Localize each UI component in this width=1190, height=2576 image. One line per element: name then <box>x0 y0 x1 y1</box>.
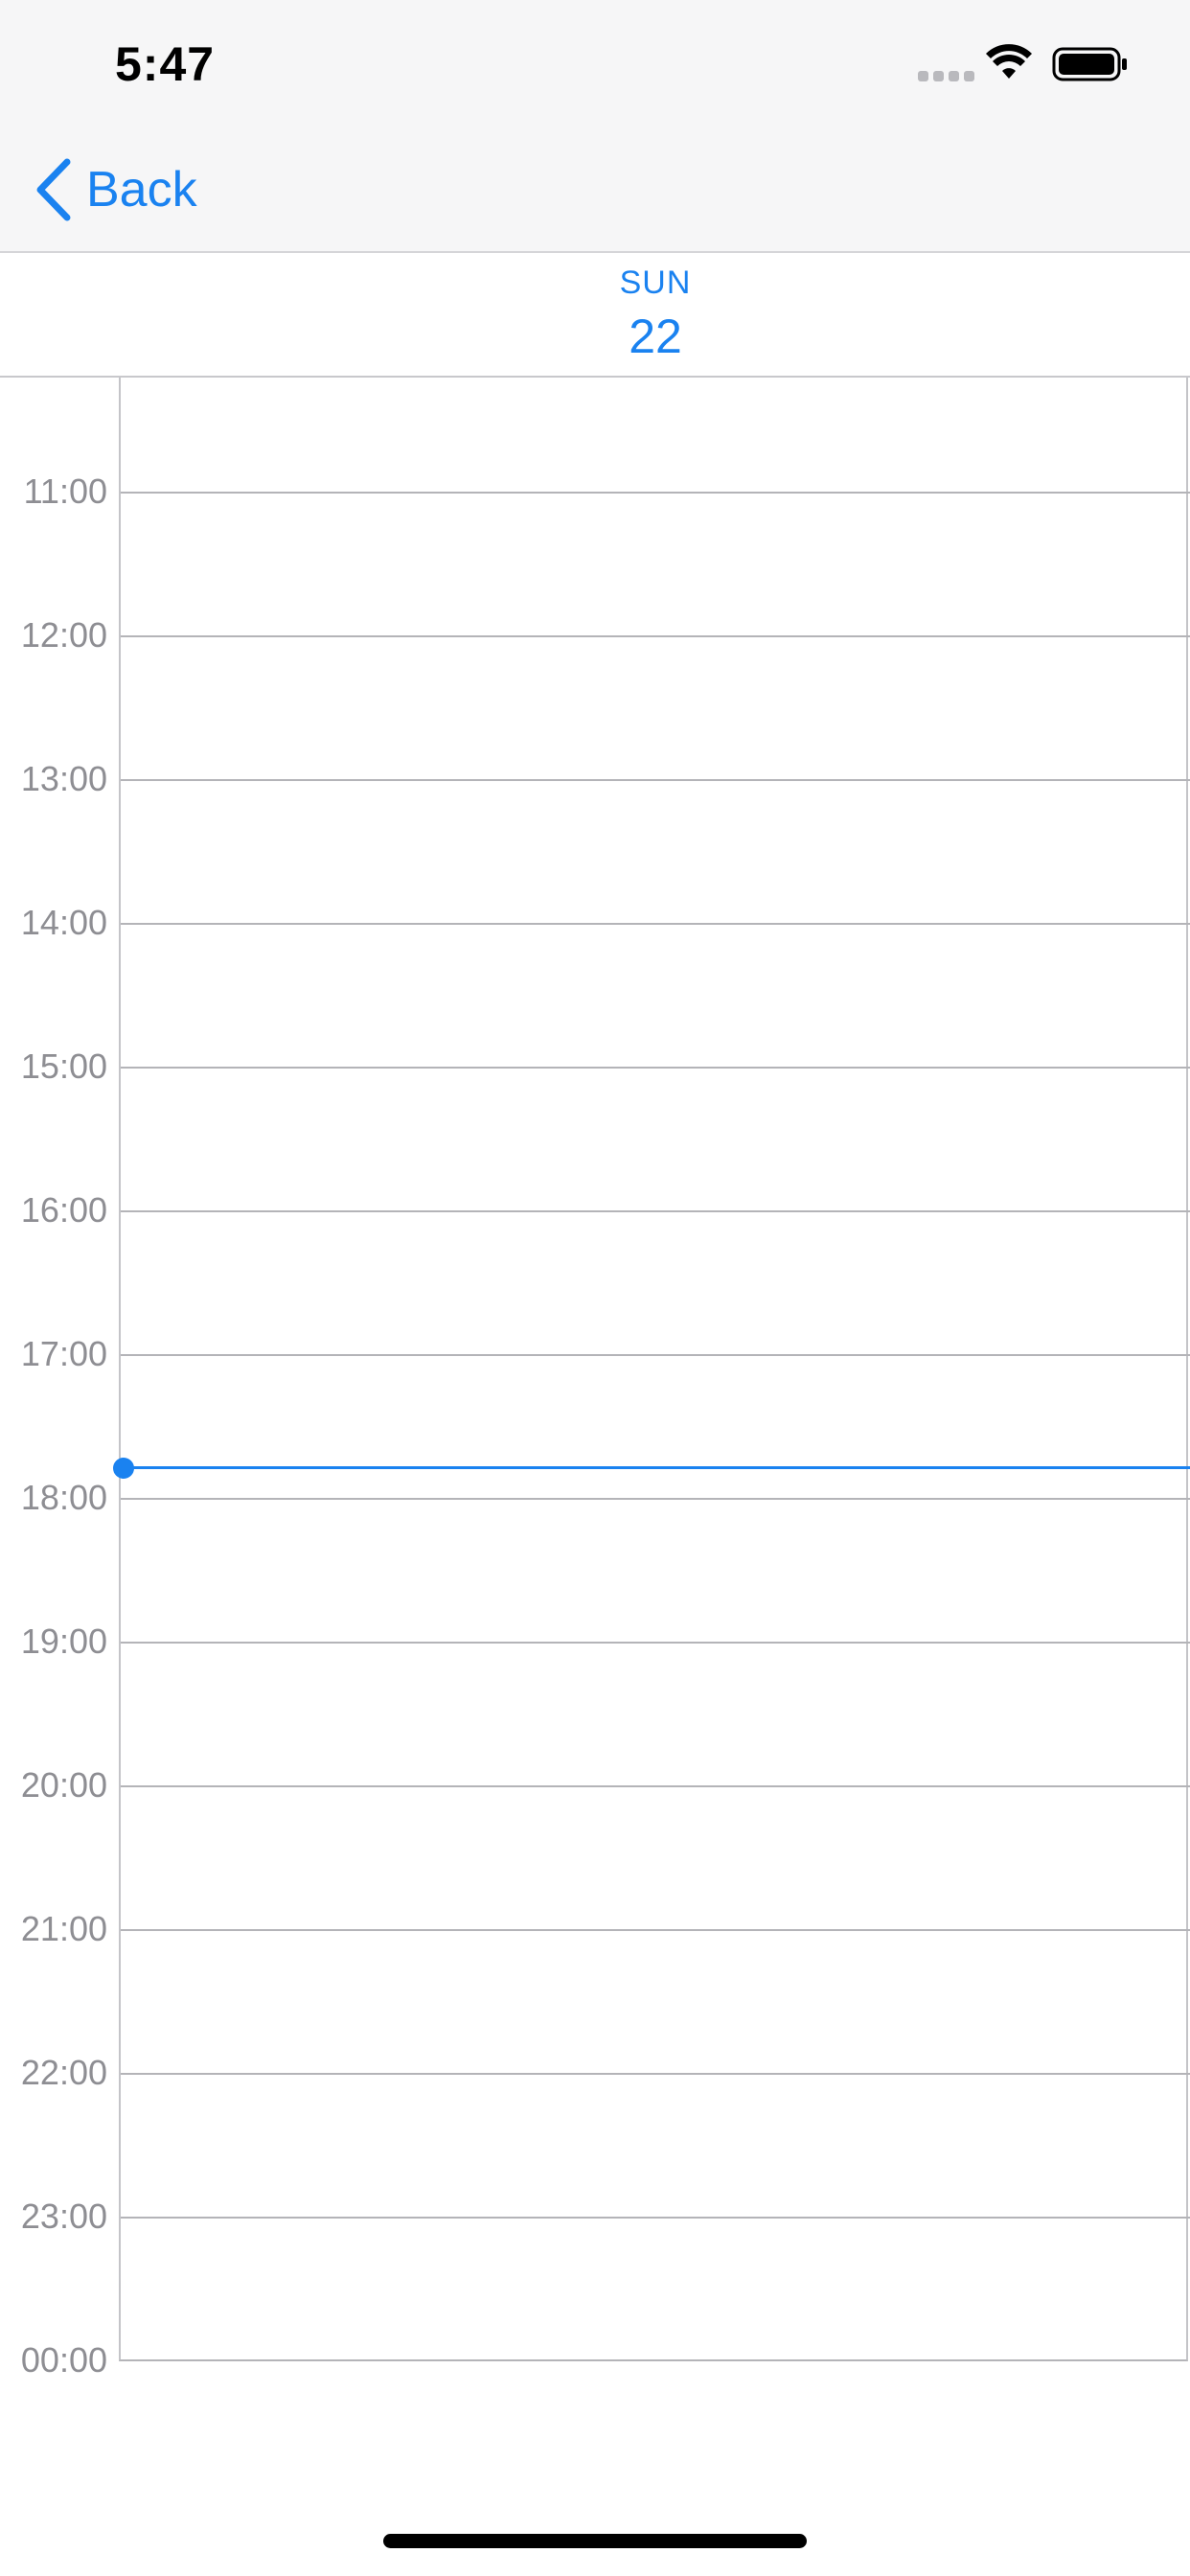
wifi-icon <box>986 44 1032 79</box>
cellular-signal-icon <box>918 71 975 82</box>
day-date: 22 <box>629 310 682 363</box>
hour-label: 20:00 <box>20 1765 107 1805</box>
hour-label: 16:00 <box>20 1190 107 1230</box>
hour-gridline <box>121 1210 1190 1212</box>
back-button[interactable]: Back <box>34 155 197 224</box>
hour-label: 17:00 <box>20 1334 107 1373</box>
hour-gridline <box>121 1929 1190 1931</box>
day-weekday: SUN <box>619 264 692 301</box>
navigation-header: 5:47 Back <box>0 0 1190 253</box>
back-label: Back <box>86 162 197 218</box>
hour-label: 21:00 <box>20 1909 107 1948</box>
hour-gridline <box>121 1067 1190 1069</box>
timeline-grid[interactable] <box>119 378 1188 2361</box>
hour-label: 15:00 <box>20 1046 107 1086</box>
hour-gridline <box>121 492 1190 494</box>
hour-label: 14:00 <box>20 903 107 942</box>
hour-label: 13:00 <box>20 759 107 798</box>
hour-gridline <box>121 1498 1190 1500</box>
current-time-line <box>123 1466 1190 1469</box>
hour-gridline <box>121 2217 1190 2219</box>
hour-gridline <box>121 1785 1190 1787</box>
hour-label: 23:00 <box>20 2196 107 2236</box>
hour-label: 19:00 <box>20 1622 107 1661</box>
hour-label: 18:00 <box>20 1478 107 1517</box>
day-header[interactable]: SUN 22 <box>0 253 1190 378</box>
current-time-dot <box>113 1458 134 1479</box>
hour-label: 12:00 <box>20 615 107 655</box>
battery-icon <box>1052 47 1127 81</box>
day-timeline[interactable]: 11:00 12:00 13:00 14:00 15:00 16:00 17:00 18:00… <box>0 378 1190 2380</box>
hour-gridline <box>121 635 1190 637</box>
hour-gridline <box>121 779 1190 781</box>
home-indicator[interactable] <box>383 2534 807 2548</box>
hour-gridline <box>121 1354 1190 1356</box>
hour-gridline <box>121 923 1190 925</box>
hour-label: 11:00 <box>23 472 107 511</box>
hour-label: 00:00 <box>20 2340 107 2380</box>
hour-gridline <box>121 1642 1190 1644</box>
status-time: 5:47 <box>115 37 216 91</box>
chevron-left-icon <box>36 158 71 221</box>
hour-label: 22:00 <box>20 2053 107 2092</box>
hour-gridline <box>121 2073 1190 2075</box>
